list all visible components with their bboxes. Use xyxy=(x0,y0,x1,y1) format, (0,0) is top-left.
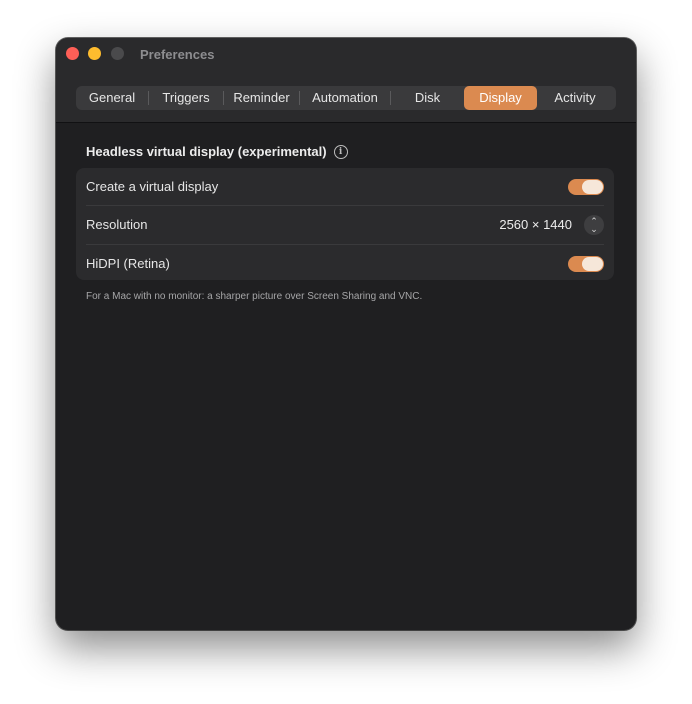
resolution-label: Resolution xyxy=(86,217,148,232)
display-pane: Headless virtual display (experimental) … xyxy=(56,123,636,630)
tab-automation[interactable]: Automation xyxy=(300,86,390,110)
create-virtual-display-toggle[interactable] xyxy=(568,178,604,195)
create-virtual-display-label: Create a virtual display xyxy=(86,179,219,194)
tab-disk[interactable]: Disk xyxy=(391,86,464,110)
up-down-chevron-icon[interactable]: ⌃ ⌄ xyxy=(584,214,604,235)
titlebar: Preferences General Triggers Reminder Au… xyxy=(56,38,636,123)
minimize-button[interactable] xyxy=(88,47,101,60)
hidpi-row: HiDPI (Retina) xyxy=(86,244,604,282)
resolution-row: Resolution 2560 × 1440 ⌃ ⌄ xyxy=(86,205,604,243)
close-button[interactable] xyxy=(66,47,79,60)
tab-bar: General Triggers Reminder Automation Dis… xyxy=(76,86,616,110)
tab-general[interactable]: General xyxy=(76,86,148,110)
footnote: For a Mac with no monitor: a sharper pic… xyxy=(86,291,423,302)
resolution-value: 2560 × 1440 xyxy=(499,217,572,232)
section-heading: Headless virtual display (experimental) … xyxy=(86,144,348,159)
section-title-text: Headless virtual display (experimental) xyxy=(86,144,327,159)
tab-reminder[interactable]: Reminder xyxy=(224,86,299,110)
info-icon[interactable]: i xyxy=(333,144,348,159)
preferences-window: Preferences General Triggers Reminder Au… xyxy=(56,38,636,630)
toggle-knob xyxy=(582,256,603,271)
hidpi-toggle[interactable] xyxy=(568,255,604,272)
create-virtual-display-row: Create a virtual display xyxy=(86,168,604,205)
toggle-knob xyxy=(582,179,603,194)
tab-display[interactable]: Display xyxy=(464,86,537,110)
tab-triggers[interactable]: Triggers xyxy=(149,86,223,110)
tab-activity[interactable]: Activity xyxy=(537,86,613,110)
resolution-control[interactable]: 2560 × 1440 ⌃ ⌄ xyxy=(499,214,604,235)
zoom-button[interactable] xyxy=(111,47,124,60)
window-title: Preferences xyxy=(140,47,215,62)
hidpi-label: HiDPI (Retina) xyxy=(86,256,170,271)
settings-group: Create a virtual display Resolution 2560… xyxy=(76,168,614,280)
